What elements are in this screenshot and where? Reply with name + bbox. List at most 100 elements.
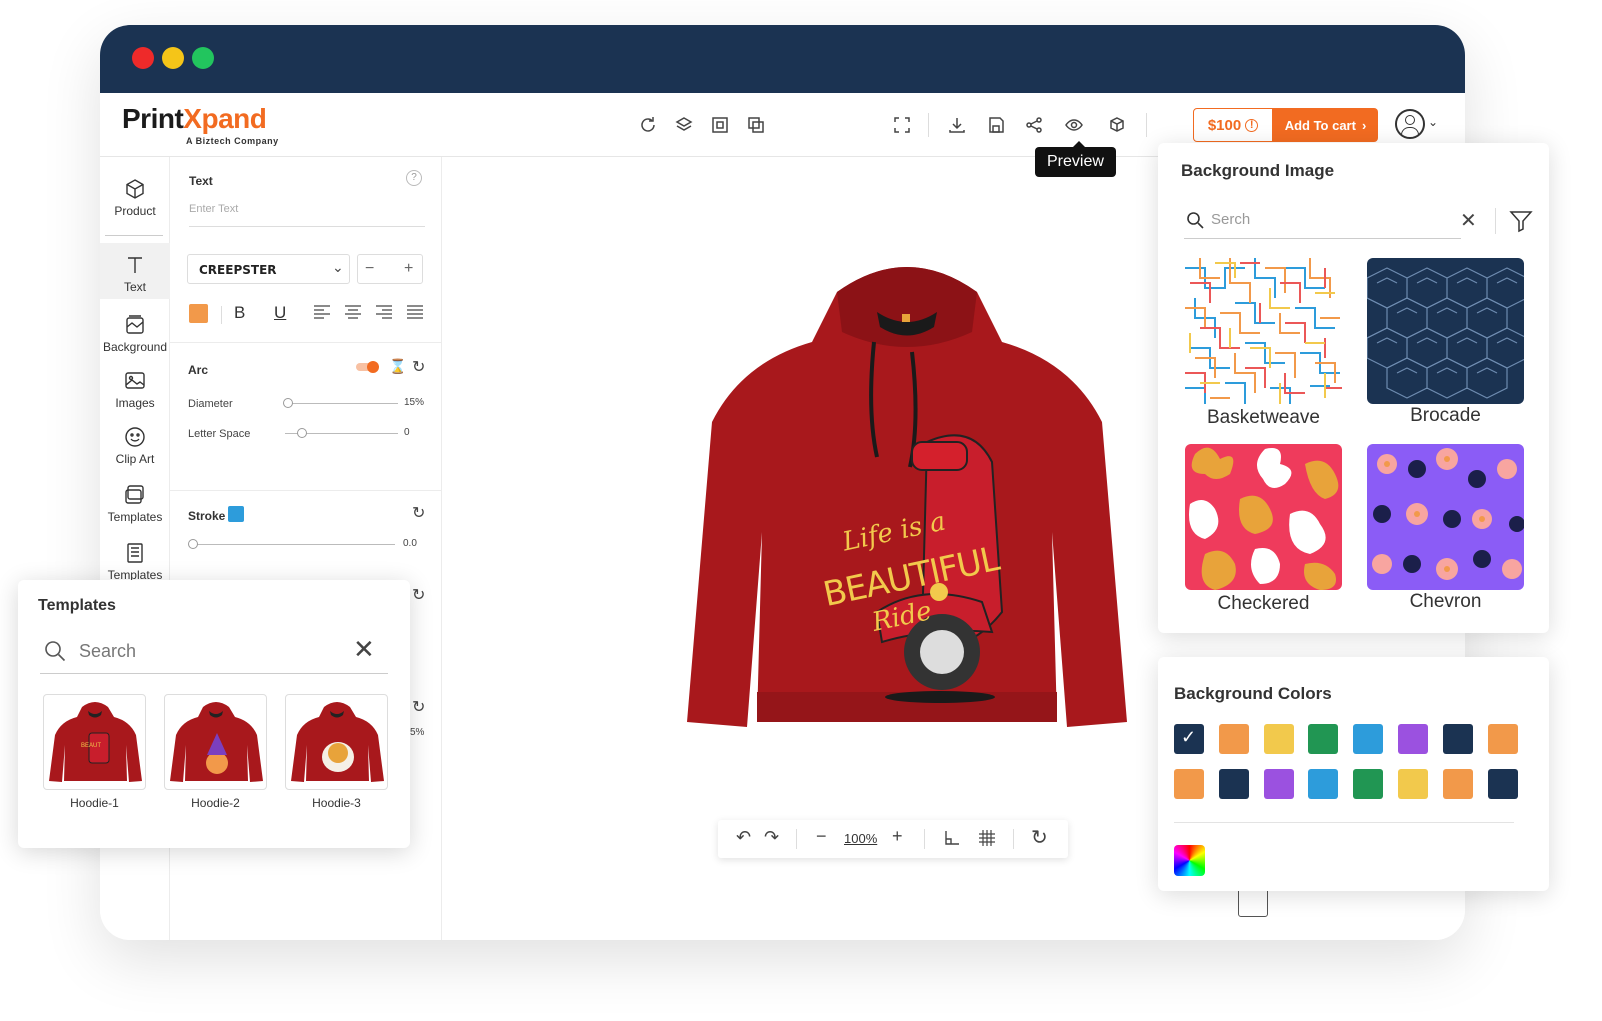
pattern-brocade[interactable] (1367, 258, 1524, 404)
templates-search-input[interactable]: Search ✕ (40, 632, 388, 674)
template-card-hoodie-3[interactable] (285, 694, 388, 790)
search-icon (1187, 212, 1204, 229)
refresh-icon[interactable]: ↻ (1031, 825, 1048, 850)
color-swatch[interactable] (1398, 724, 1428, 754)
pattern-checkered[interactable] (1185, 444, 1342, 590)
reset-icon[interactable]: ↻ (412, 503, 425, 523)
diameter-slider[interactable] (285, 403, 398, 404)
background-icon (126, 315, 144, 334)
duplicate-icon[interactable] (744, 113, 768, 137)
ruler-icon[interactable] (943, 829, 961, 852)
template-label-hoodie-3: Hoodie-3 (312, 796, 361, 810)
zoom-level[interactable]: 100% (844, 831, 877, 846)
minus-icon[interactable]: − (365, 260, 374, 278)
align-center-icon[interactable] (345, 305, 361, 324)
color-swatch[interactable]: ✓ (1174, 724, 1204, 754)
reset-icon[interactable]: ↻ (412, 357, 425, 377)
preview-eye-icon[interactable] (1062, 113, 1086, 137)
flip-icon[interactable]: ⌛ (389, 358, 406, 375)
align-justify-icon[interactable] (407, 305, 423, 324)
rail-item-text[interactable]: Text (100, 243, 170, 299)
share-icon[interactable] (1022, 113, 1046, 137)
bg-image-search-input[interactable]: Serch ✕ (1184, 203, 1477, 239)
cube-icon (126, 179, 144, 199)
redo-icon[interactable]: ↷ (764, 827, 779, 848)
download-icon[interactable] (945, 113, 969, 137)
rail-item-product[interactable]: Product (100, 177, 170, 218)
font-color-swatch[interactable] (189, 304, 208, 323)
bg-image-search-placeholder: Serch (1211, 211, 1251, 228)
grid-icon[interactable] (978, 829, 996, 852)
checklist-icon (127, 543, 143, 563)
letter-space-slider-knob[interactable] (297, 428, 307, 438)
zoom-divider (1013, 829, 1014, 849)
pattern-label-checkered: Checkered (1217, 593, 1310, 614)
color-swatch[interactable] (1442, 724, 1473, 754)
color-swatch[interactable] (1487, 724, 1518, 754)
rail-item-templates[interactable]: Templates (100, 483, 170, 524)
zoom-in-icon[interactable]: + (892, 826, 903, 847)
diameter-slider-knob[interactable] (283, 398, 293, 408)
minimize-window-dot[interactable] (162, 47, 184, 69)
color-swatch[interactable] (1218, 724, 1249, 754)
color-swatch[interactable] (1487, 769, 1518, 799)
clear-search-icon[interactable]: ✕ (1460, 208, 1477, 233)
close-window-dot[interactable] (132, 47, 154, 69)
stroke-slider-knob[interactable] (188, 539, 198, 549)
color-swatch[interactable] (1398, 769, 1428, 799)
zoom-out-icon[interactable]: − (816, 826, 827, 847)
user-avatar[interactable] (1395, 109, 1425, 139)
bold-icon[interactable]: B (234, 303, 245, 323)
maximize-window-dot[interactable] (192, 47, 214, 69)
custom-color-picker-icon[interactable] (1174, 845, 1205, 876)
color-swatch[interactable] (1263, 724, 1294, 754)
hoodie-product-image[interactable] (672, 252, 1142, 732)
pattern-basketweave[interactable] (1185, 258, 1342, 404)
letter-space-label: Letter Space (188, 428, 251, 440)
color-swatch[interactable] (1174, 769, 1204, 799)
font-select[interactable]: CREEPSTER ⌄ (187, 254, 350, 284)
template-card-hoodie-1[interactable]: BEAUT (43, 694, 146, 790)
preview-tooltip: Preview (1035, 141, 1116, 177)
rotate-icon[interactable] (636, 113, 660, 137)
color-swatch[interactable] (1353, 769, 1384, 799)
clear-search-icon[interactable]: ✕ (353, 634, 375, 665)
color-swatch[interactable] (1308, 769, 1339, 799)
3d-view-icon[interactable] (1105, 113, 1129, 137)
rail-item-templates-2[interactable]: Templates (100, 541, 170, 582)
rail-item-images[interactable]: Images (100, 369, 170, 410)
align-right-icon[interactable] (376, 305, 392, 324)
layers-icon[interactable] (672, 113, 696, 137)
align-left-icon[interactable] (314, 305, 330, 324)
stroke-color-swatch[interactable] (228, 506, 244, 522)
stroke-slider[interactable] (190, 544, 395, 545)
brand-logo: PrintXpand (122, 103, 267, 134)
text-input[interactable]: Enter Text (189, 203, 425, 227)
filter-icon[interactable] (1509, 209, 1533, 233)
save-icon[interactable] (984, 113, 1008, 137)
color-swatch[interactable] (1353, 724, 1384, 754)
color-swatch[interactable] (1218, 769, 1249, 799)
filter-divider (1495, 208, 1496, 234)
help-icon[interactable]: ? (406, 170, 422, 186)
undo-icon[interactable]: ↶ (736, 827, 751, 848)
color-swatch[interactable] (1308, 724, 1339, 754)
group-icon[interactable] (708, 113, 732, 137)
reset-icon[interactable]: ↻ (412, 697, 425, 717)
rail-item-clip-art[interactable]: Clip Art (100, 425, 170, 466)
plus-icon[interactable]: + (404, 260, 413, 278)
underline-icon[interactable]: U (274, 303, 286, 323)
pattern-chevron[interactable] (1367, 444, 1524, 590)
add-to-cart-button[interactable]: Add To cart › (1273, 108, 1378, 142)
rail-item-background[interactable]: Background (100, 313, 170, 354)
color-swatch[interactable] (1442, 769, 1473, 799)
fullscreen-icon[interactable] (890, 113, 914, 137)
font-size-stepper[interactable]: − + (357, 254, 423, 284)
reset-icon[interactable]: ↻ (412, 585, 425, 605)
chevron-down-icon[interactable]: ⌄ (1428, 115, 1438, 129)
arc-toggle[interactable] (356, 361, 379, 373)
zoom-divider (924, 829, 925, 849)
template-card-hoodie-2[interactable] (164, 694, 267, 790)
color-swatch[interactable] (1263, 769, 1294, 799)
search-icon (45, 641, 66, 662)
